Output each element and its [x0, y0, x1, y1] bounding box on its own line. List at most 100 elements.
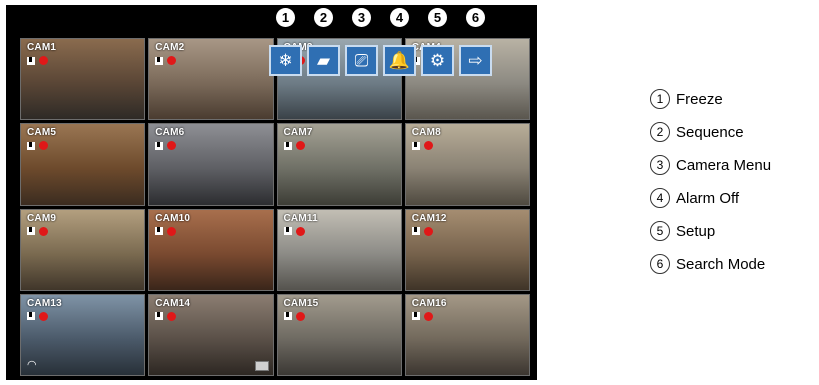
- camera-tile[interactable]: CAM16: [404, 293, 530, 376]
- camera-label: CAM1: [27, 42, 57, 53]
- camera-grid: CAM1CAM2CAM3CAM4CAM5CAM6CAM7CAM8CAM9CAM1…: [20, 38, 530, 376]
- callout-number-badge: 2: [314, 8, 333, 27]
- camera-tile[interactable]: CAM1: [20, 38, 146, 121]
- camera-status-icon: [155, 141, 164, 150]
- record-indicator-icon: [167, 226, 177, 236]
- camera-status-icon: [155, 227, 164, 235]
- callout-number-badge: 3: [352, 8, 371, 27]
- callout-number: 2: [307, 8, 340, 27]
- camera-label: CAM9: [27, 212, 57, 224]
- legend-item: 4 Alarm Off: [650, 184, 771, 212]
- legend-number: 3: [650, 155, 670, 175]
- record-indicator-icon: [39, 226, 48, 236]
- camera-label: CAM12: [411, 212, 447, 224]
- camera-label: CAM7: [283, 127, 313, 139]
- network-icon: ◠: [27, 359, 37, 371]
- camera-label: CAM16: [411, 297, 447, 309]
- status-icons: [27, 56, 48, 65]
- camera-tile[interactable]: CAM15: [276, 293, 402, 376]
- callout-number: 4: [383, 8, 416, 27]
- camera-status-icon: [411, 312, 420, 321]
- camera-label: CAM6: [155, 127, 185, 139]
- freeze-button[interactable]: ❄: [269, 45, 302, 76]
- camera-status-icon: [411, 141, 420, 150]
- callout-number-badge: 1: [276, 8, 295, 27]
- camera-tile[interactable]: CAM6: [148, 123, 274, 206]
- callout-number: 6: [459, 8, 492, 27]
- legend-text: Freeze: [676, 90, 723, 108]
- legend-text: Search Mode: [676, 255, 766, 273]
- camera-label: CAM14: [155, 297, 191, 309]
- camera-menu-icon: ⎚: [354, 50, 369, 70]
- search-mode-button[interactable]: ⇨: [459, 45, 492, 76]
- callout-number-badge: 6: [466, 8, 485, 27]
- record-indicator-icon: [167, 141, 177, 151]
- setup-gear-icon: ⚙: [429, 50, 446, 70]
- callout-number: 3: [345, 8, 378, 27]
- search-mode-icon: ⇨: [468, 50, 483, 70]
- camera-tile[interactable]: CAM10: [148, 208, 274, 291]
- camera-tile[interactable]: CAM12: [404, 208, 530, 291]
- record-indicator-icon: [39, 311, 48, 321]
- camera-tile[interactable]: CAM2: [148, 38, 274, 121]
- legend-number: 5: [650, 221, 670, 241]
- toolbar: ❄ ▰ ⎚ 🔔 ⚙ ⇨: [269, 45, 492, 76]
- status-icons: [155, 56, 177, 65]
- alarm-bell-button[interactable]: 🔔: [383, 45, 416, 76]
- status-icons: [411, 311, 433, 321]
- callout-number: 5: [421, 8, 454, 27]
- camera-label: CAM8: [411, 127, 441, 139]
- camera-label: CAM13: [27, 297, 62, 309]
- camera-status-icon: [27, 312, 35, 321]
- camera-tile[interactable]: CAM5: [20, 123, 146, 206]
- camera-tile[interactable]: CAM14: [148, 293, 274, 376]
- camera-status-icon: [27, 141, 35, 150]
- camera-status-icon: [155, 56, 164, 65]
- status-icons: [283, 311, 305, 321]
- camera-tile[interactable]: CAM13 ◠: [20, 293, 146, 376]
- status-icons: [155, 311, 177, 321]
- status-icons: [27, 226, 48, 236]
- freeze-icon: ❄: [278, 50, 293, 70]
- camera-label: CAM2: [155, 42, 185, 53]
- legend-number: 1: [650, 89, 670, 109]
- camera-label: CAM5: [27, 127, 57, 139]
- legend-number: 4: [650, 188, 670, 208]
- legend-text: Setup: [676, 222, 716, 240]
- status-icons: [155, 141, 177, 151]
- camera-tile[interactable]: CAM11: [276, 208, 402, 291]
- status-icons: [27, 141, 48, 151]
- legend-item: 6 Search Mode: [650, 250, 771, 278]
- record-indicator-icon: [167, 311, 177, 321]
- camera-tile[interactable]: CAM7: [276, 123, 402, 206]
- sequence-button[interactable]: ▰: [307, 45, 340, 76]
- setup-gear-button[interactable]: ⚙: [421, 45, 454, 76]
- legend-text: Camera Menu: [676, 156, 772, 174]
- legend-item: 2 Sequence: [650, 118, 771, 146]
- camera-tile[interactable]: CAM9: [20, 208, 146, 291]
- alarm-bell-icon: 🔔: [388, 50, 411, 70]
- record-indicator-icon: [295, 311, 305, 321]
- record-indicator-icon: [423, 226, 433, 236]
- record-indicator-icon: [423, 141, 433, 151]
- camera-label: CAM11: [283, 212, 318, 224]
- camera-status-icon: [283, 227, 292, 235]
- status-icons: [283, 226, 305, 236]
- record-indicator-icon: [295, 226, 305, 236]
- camera-status-icon: [27, 56, 35, 65]
- status-icons: [411, 226, 433, 236]
- legend-text: Sequence: [676, 123, 744, 141]
- sequence-icon: ▰: [316, 50, 331, 70]
- callout-numbers: 123456: [269, 8, 492, 27]
- camera-tile[interactable]: CAM8: [404, 123, 530, 206]
- status-icons: [411, 141, 433, 151]
- legend-item: 3 Camera Menu: [650, 151, 771, 179]
- status-icons: [283, 141, 305, 151]
- legend-item: 1 Freeze: [650, 85, 771, 113]
- callout-number: 1: [269, 8, 302, 27]
- camera-menu-button[interactable]: ⎚: [345, 45, 378, 76]
- legend-text: Alarm Off: [676, 189, 740, 207]
- legend: 1 Freeze 2 Sequence 3 Camera Menu 4 Alarm Off 5 S…: [650, 85, 771, 283]
- record-indicator-icon: [39, 56, 48, 65]
- camera-label: CAM15: [283, 297, 319, 309]
